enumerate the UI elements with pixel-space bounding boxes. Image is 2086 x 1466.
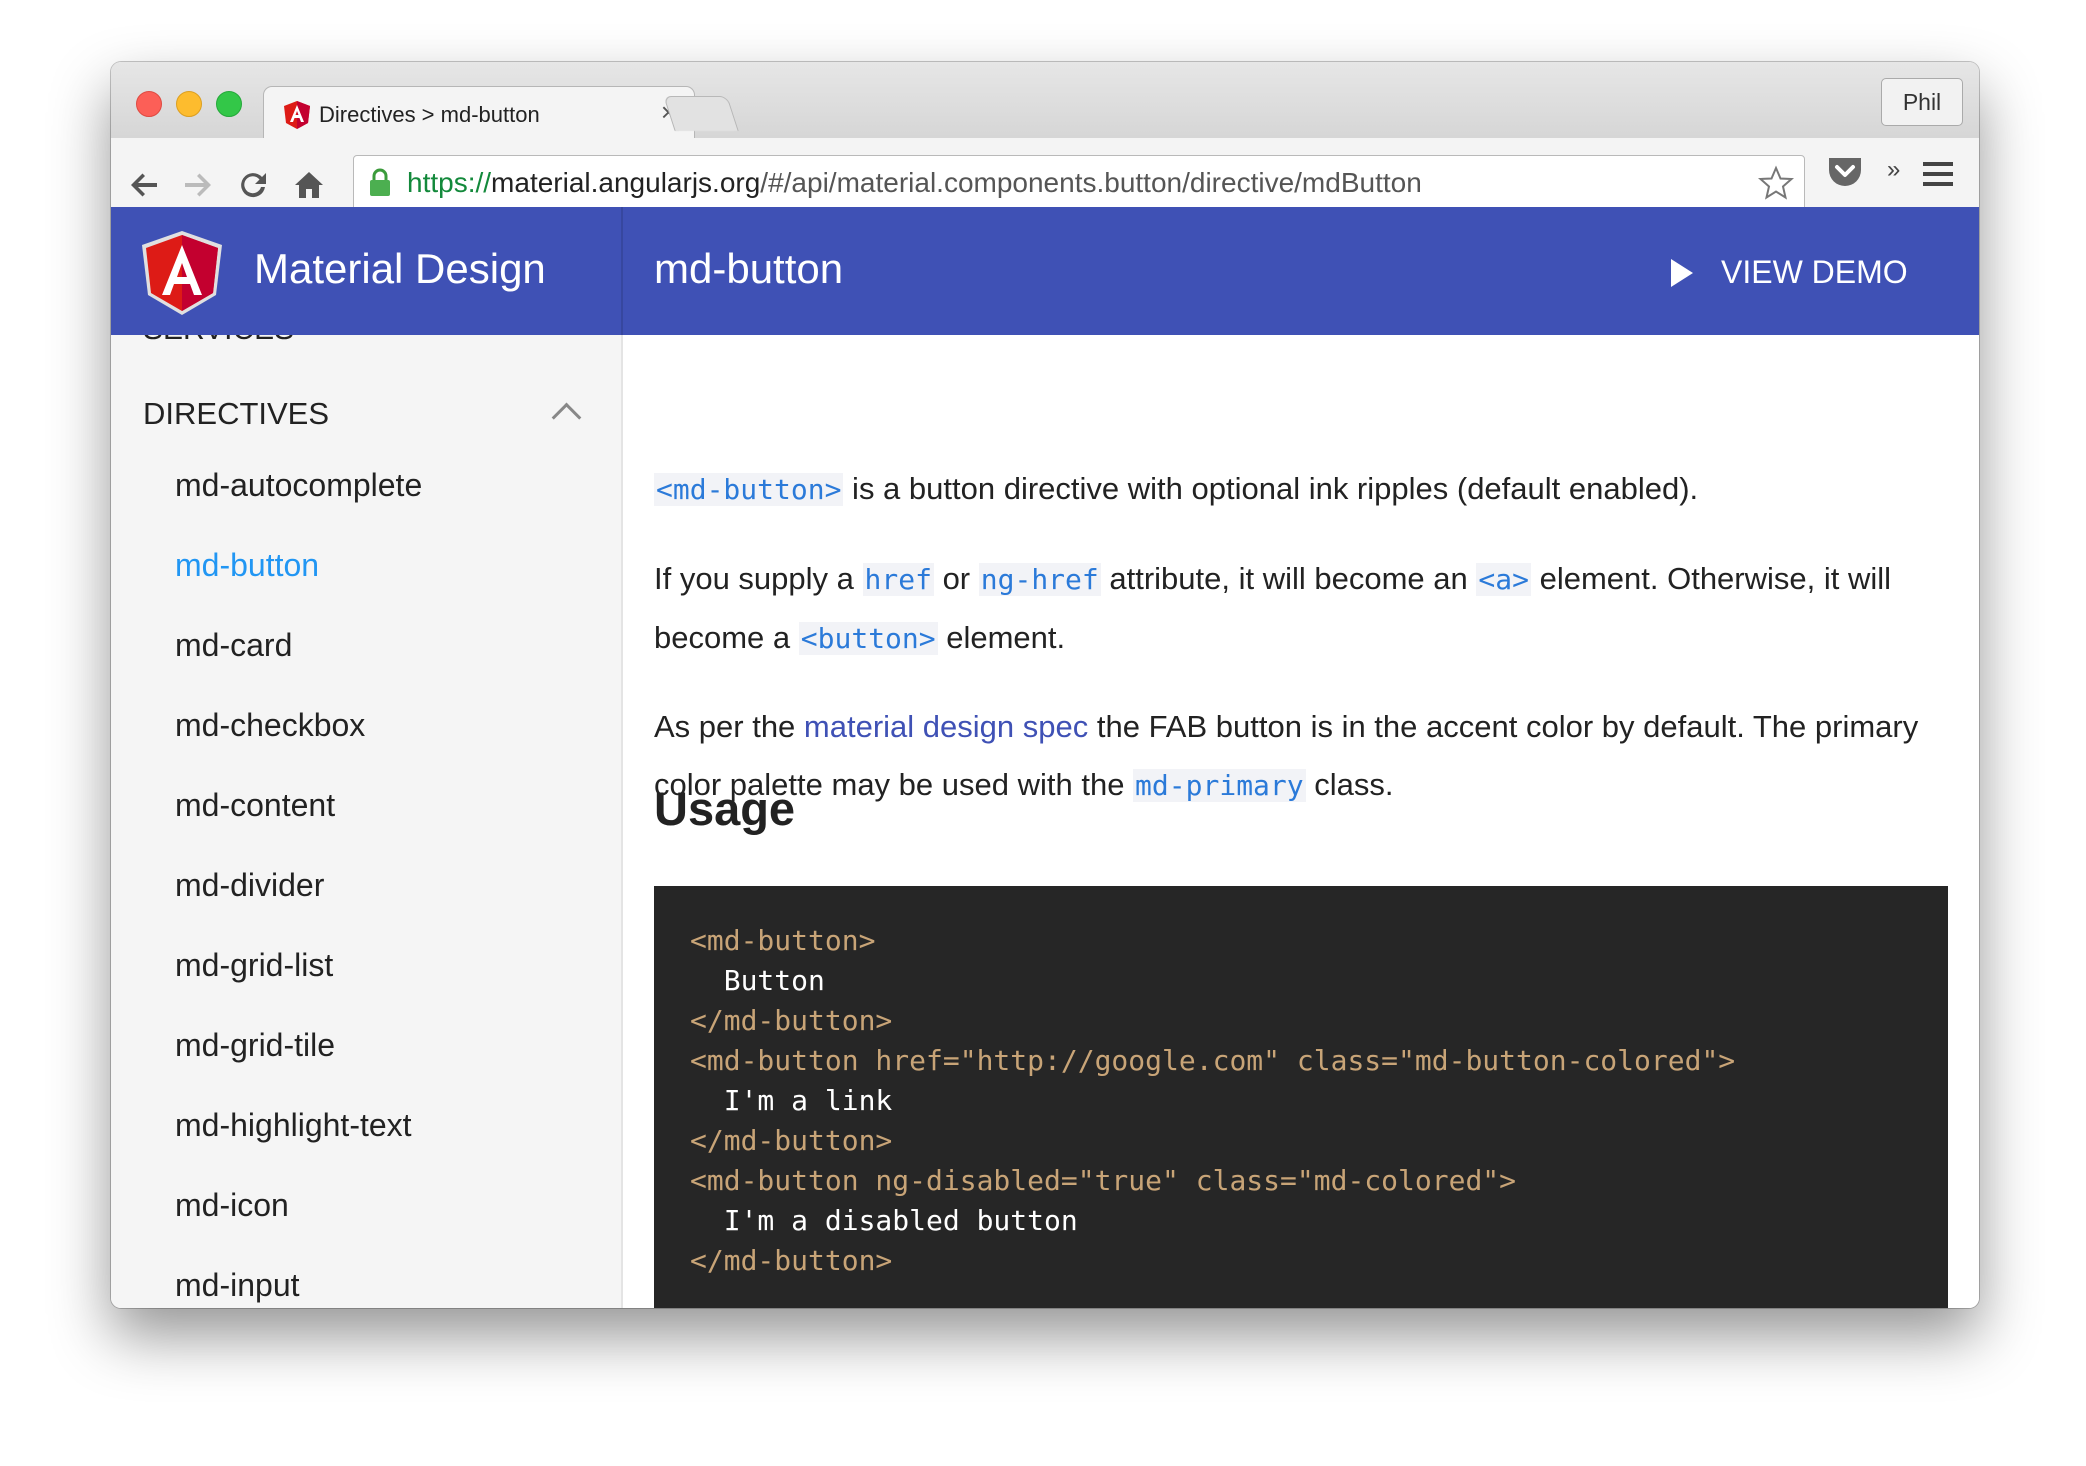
forward-icon[interactable] bbox=[179, 167, 215, 203]
inline-code: ng-href bbox=[978, 563, 1101, 596]
page-title: md-button bbox=[654, 245, 844, 292]
chevron-up-icon[interactable] bbox=[551, 402, 582, 433]
sidebar-item-md-button[interactable]: md-button bbox=[111, 525, 621, 605]
section-title: DIRECTIVES bbox=[143, 396, 330, 431]
main-content: <md-button> is a button directive with o… bbox=[623, 335, 1979, 1308]
play-icon bbox=[1671, 258, 1693, 287]
address-bar[interactable]: https://material.angularjs.org/#/api/mat… bbox=[353, 155, 1805, 211]
view-demo-button[interactable]: VIEW DEMO bbox=[1671, 247, 1908, 297]
close-window-button[interactable] bbox=[136, 91, 162, 117]
sidebar-item-md-content[interactable]: md-content bbox=[111, 765, 621, 845]
inline-code: md-primary bbox=[1133, 769, 1306, 802]
sidebar-item-md-autocomplete[interactable]: md-autocomplete bbox=[111, 445, 621, 525]
code-line: </md-button> bbox=[690, 1244, 893, 1277]
inline-code: href bbox=[862, 563, 934, 596]
code-line: I'm a link bbox=[690, 1084, 893, 1117]
profile-button[interactable]: Phil bbox=[1881, 78, 1963, 126]
inline-code: <a> bbox=[1476, 563, 1531, 596]
tab-title: Directives > md-button bbox=[319, 102, 540, 127]
browser-window: Directives > md-button × Phil https://ma… bbox=[111, 62, 1979, 1308]
header-divider bbox=[621, 207, 623, 335]
lock-icon bbox=[370, 168, 390, 196]
url-text: https://material.angularjs.org/#/api/mat… bbox=[407, 167, 1422, 198]
code-line: I'm a disabled button bbox=[690, 1204, 1078, 1237]
inline-code: <md-button> bbox=[654, 473, 844, 506]
title-bar: Directives > md-button × Phil bbox=[111, 62, 1979, 139]
code-line: Button bbox=[690, 964, 825, 997]
pocket-icon[interactable] bbox=[1826, 154, 1864, 190]
sidebar-item-md-highlight-text[interactable]: md-highlight-text bbox=[111, 1085, 621, 1165]
code-line: <md-button ng-disabled="true" class="md-… bbox=[690, 1164, 1517, 1197]
directives-list: md-autocomplete md-button md-card md-che… bbox=[111, 445, 621, 1308]
code-line: <md-button> bbox=[690, 924, 876, 957]
inline-code: <button> bbox=[798, 622, 938, 655]
code-line: </md-button> bbox=[690, 1124, 893, 1157]
app-header: Material Design md-button VIEW DEMO bbox=[111, 207, 1979, 335]
extensions-overflow-icon[interactable]: » bbox=[1887, 156, 1900, 184]
back-icon[interactable] bbox=[127, 167, 163, 203]
usage-code-block: <md-button> Button </md-button> <md-button… bbox=[654, 886, 1948, 1308]
menu-icon[interactable] bbox=[1923, 160, 1953, 188]
reload-icon[interactable] bbox=[235, 167, 271, 203]
minimize-window-button[interactable] bbox=[176, 91, 202, 117]
sidebar-item-md-checkbox[interactable]: md-checkbox bbox=[111, 685, 621, 765]
star-icon[interactable] bbox=[1758, 165, 1794, 201]
usage-heading: Usage bbox=[654, 782, 796, 835]
browser-tab[interactable]: Directives > md-button × bbox=[263, 86, 695, 139]
sidebar-section-directives[interactable]: DIRECTIVES bbox=[143, 389, 583, 439]
home-icon[interactable] bbox=[291, 167, 327, 203]
fab-paragraph: As per the material design spec the FAB … bbox=[654, 709, 1919, 802]
code-line: </md-button> bbox=[690, 1004, 893, 1037]
brand-title[interactable]: Material Design bbox=[254, 245, 546, 293]
code-line: <md-button href="http://google.com" clas… bbox=[690, 1044, 1736, 1077]
material-design-spec-link[interactable]: material design spec bbox=[804, 709, 1088, 744]
zoom-window-button[interactable] bbox=[216, 91, 242, 117]
sidebar-item-md-grid-tile[interactable]: md-grid-tile bbox=[111, 1005, 621, 1085]
sidebar-section-services[interactable]: SERVICES bbox=[143, 335, 294, 347]
angular-favicon-icon bbox=[284, 101, 310, 129]
view-demo-label: VIEW DEMO bbox=[1721, 254, 1908, 290]
new-tab-button[interactable] bbox=[663, 96, 739, 131]
sidebar-nav: SERVICES DIRECTIVES md-autocomplete md-b… bbox=[111, 335, 623, 1308]
sidebar-item-md-input[interactable]: md-input bbox=[111, 1245, 621, 1308]
sidebar-item-md-divider[interactable]: md-divider bbox=[111, 845, 621, 925]
intro-paragraph: <md-button> is a button directive with o… bbox=[654, 471, 1699, 506]
sidebar-item-md-icon[interactable]: md-icon bbox=[111, 1165, 621, 1245]
href-paragraph: If you supply a href or ng-href attribut… bbox=[654, 561, 1892, 655]
sidebar-item-md-card[interactable]: md-card bbox=[111, 605, 621, 685]
sidebar-item-md-grid-list[interactable]: md-grid-list bbox=[111, 925, 621, 1005]
angular-logo-icon[interactable] bbox=[142, 231, 222, 315]
